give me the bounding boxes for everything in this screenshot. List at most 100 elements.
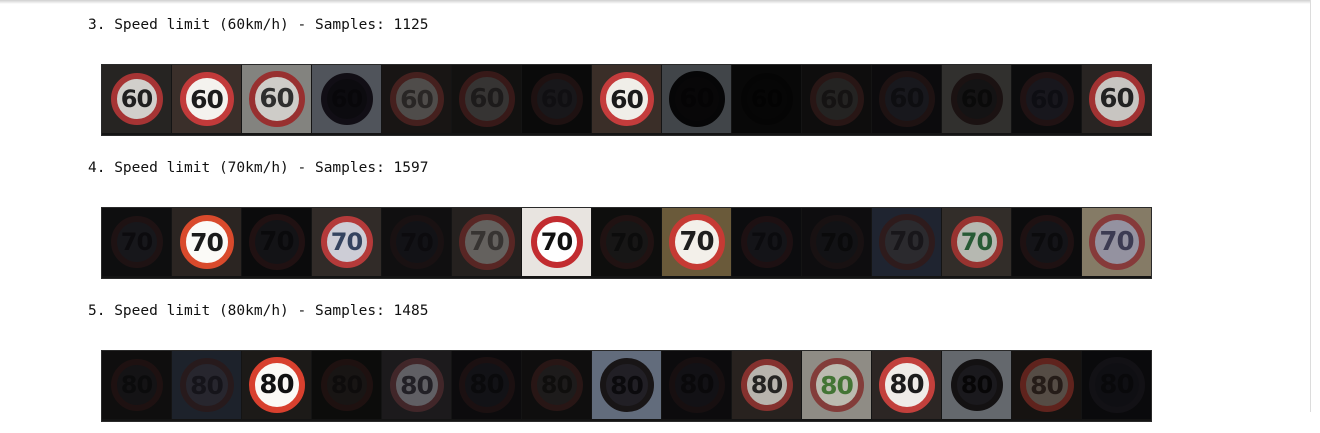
- speed-limit-sign-icon: 60: [530, 73, 583, 125]
- sign-number: 60: [120, 85, 153, 113]
- sign-number: 70: [750, 228, 783, 256]
- sign-number: 60: [540, 85, 573, 113]
- sign-number: 70: [1030, 227, 1064, 257]
- speed-limit-sign-icon: 70: [320, 216, 373, 268]
- sample-image-tile: 80: [872, 351, 941, 419]
- speed-limit-sign-icon: 60: [179, 72, 234, 126]
- sample-image-tile: 80: [662, 351, 731, 419]
- sample-strip: 60 60 60 60 60 60 60 60 60 60 60 60 60 60 60: [101, 64, 1152, 136]
- speed-limit-sign-icon: 70: [110, 216, 163, 268]
- speed-limit-sign-icon: 70: [668, 214, 725, 270]
- sign-number: 70: [469, 227, 504, 257]
- sign-number: 70: [820, 227, 854, 257]
- sample-image-tile: 60: [102, 65, 171, 133]
- sample-image-tile: 70: [1012, 208, 1081, 276]
- speed-limit-sign-icon: 80: [740, 359, 793, 411]
- sample-image-tile: 80: [1012, 351, 1081, 419]
- speed-limit-sign-icon: 60: [1088, 71, 1145, 127]
- class-section-70: 4. Speed limit (70km/h) - Samples: 1597 …: [0, 147, 1300, 290]
- sign-number: 60: [679, 84, 714, 114]
- sample-image-tile: 60: [522, 65, 591, 133]
- speed-limit-sign-icon: 80: [599, 358, 654, 412]
- sample-strip: 80 80 80 80 80 80 80 80 80 80 80 80 80 80 80: [101, 350, 1152, 422]
- sample-image-tile: 80: [592, 351, 661, 419]
- scrollbar-track[interactable]: [1310, 0, 1320, 412]
- sign-number: 60: [259, 84, 294, 114]
- sign-number: 80: [960, 371, 993, 399]
- speed-limit-sign-icon: 80: [389, 358, 444, 412]
- sample-image-tile: 70: [522, 208, 591, 276]
- sign-number: 70: [610, 227, 644, 257]
- sign-number: 70: [190, 227, 224, 257]
- speed-limit-sign-icon: 70: [740, 216, 793, 268]
- sign-number: 80: [120, 371, 153, 399]
- speed-limit-sign-icon: 80: [809, 358, 864, 412]
- sign-number: 80: [330, 371, 363, 399]
- speed-limit-sign-icon: 80: [458, 357, 515, 413]
- sign-number: 80: [259, 370, 294, 400]
- sign-number: 70: [1099, 227, 1134, 257]
- sign-number: 60: [610, 84, 644, 114]
- sign-number: 60: [190, 84, 224, 114]
- class-section-60: 3. Speed limit (60km/h) - Samples: 1125 …: [0, 4, 1300, 147]
- sample-image-tile: 60: [1082, 65, 1151, 133]
- sample-image-tile: 80: [242, 351, 311, 419]
- sample-image-tile: 80: [452, 351, 521, 419]
- sign-number: 70: [679, 227, 714, 257]
- sample-image-tile: 60: [872, 65, 941, 133]
- speed-limit-sign-icon: 60: [110, 73, 163, 125]
- sign-number: 60: [1030, 84, 1064, 114]
- sign-number: 70: [259, 227, 294, 257]
- sign-number: 80: [820, 370, 854, 400]
- speed-limit-sign-icon: 70: [1088, 214, 1145, 270]
- speed-limit-sign-icon: 80: [878, 357, 935, 413]
- sample-image-tile: 70: [732, 208, 801, 276]
- speed-limit-sign-icon: 60: [950, 73, 1003, 125]
- speed-limit-sign-icon: 60: [668, 71, 725, 127]
- sign-number: 80: [1099, 370, 1134, 400]
- sample-image-tile: 60: [942, 65, 1011, 133]
- sample-image-tile: 60: [802, 65, 871, 133]
- speed-limit-sign-icon: 60: [389, 72, 444, 126]
- sample-image-tile: 80: [802, 351, 871, 419]
- section-title: 3. Speed limit (60km/h) - Samples: 1125: [88, 17, 429, 33]
- sample-image-tile: 80: [172, 351, 241, 419]
- sample-image-tile: 80: [312, 351, 381, 419]
- speed-limit-sign-icon: 60: [1019, 72, 1074, 126]
- sample-image-tile: 60: [312, 65, 381, 133]
- sign-number: 80: [190, 370, 224, 400]
- speed-limit-sign-icon: 60: [740, 73, 793, 125]
- speed-limit-sign-icon: 70: [389, 215, 444, 269]
- speed-limit-sign-icon: 60: [878, 71, 935, 127]
- sample-image-tile: 70: [242, 208, 311, 276]
- speed-limit-sign-icon: 70: [599, 215, 654, 269]
- speed-limit-sign-icon: 80: [1019, 358, 1074, 412]
- sample-image-tile: 70: [872, 208, 941, 276]
- sign-number: 70: [400, 227, 434, 257]
- sample-image-tile: 80: [732, 351, 801, 419]
- sign-number: 60: [330, 85, 363, 113]
- speed-limit-sign-icon: 60: [809, 72, 864, 126]
- sign-number: 80: [610, 370, 644, 400]
- sample-image-tile: 60: [172, 65, 241, 133]
- sign-number: 60: [820, 84, 854, 114]
- speed-limit-sign-icon: 80: [320, 359, 373, 411]
- speed-limit-sign-icon: 80: [530, 359, 583, 411]
- speed-limit-sign-icon: 60: [248, 71, 305, 127]
- sign-number: 80: [750, 371, 783, 399]
- sign-number: 70: [889, 227, 924, 257]
- sign-number: 60: [400, 84, 434, 114]
- speed-limit-sign-icon: 70: [458, 214, 515, 270]
- sample-image-tile: 80: [942, 351, 1011, 419]
- speed-limit-sign-icon: 60: [599, 72, 654, 126]
- sample-image-tile: 80: [102, 351, 171, 419]
- sample-image-tile: 60: [452, 65, 521, 133]
- sample-image-tile: 60: [732, 65, 801, 133]
- sample-image-tile: 70: [452, 208, 521, 276]
- sample-image-tile: 60: [662, 65, 731, 133]
- sign-number: 80: [889, 370, 924, 400]
- speed-limit-sign-icon: 80: [1088, 357, 1145, 413]
- sign-number: 80: [469, 370, 504, 400]
- sign-number: 80: [400, 370, 434, 400]
- sample-image-tile: 70: [662, 208, 731, 276]
